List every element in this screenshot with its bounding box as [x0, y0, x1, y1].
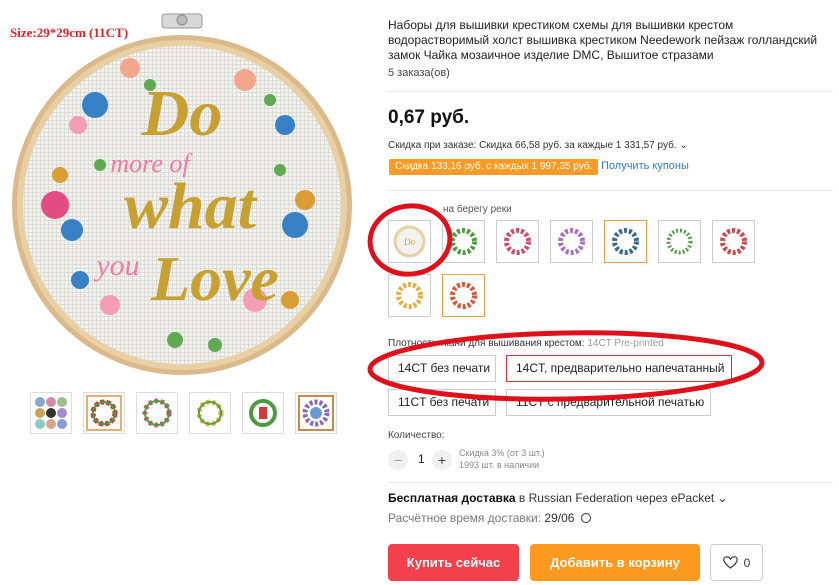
- delivery-eta: Расчётное время доставки: 29/06: [388, 511, 591, 525]
- quantity-discount-note: Скидка 3% (от 3 шт.): [459, 448, 545, 458]
- wreath-icon: [142, 398, 172, 428]
- variant-swatch[interactable]: [496, 220, 539, 263]
- svg-text:Do: Do: [403, 237, 415, 247]
- wishlist-button[interactable]: 0: [710, 544, 763, 581]
- clock-icon[interactable]: [580, 513, 591, 523]
- variant-label: на берегу реки: [443, 204, 512, 215]
- wreath-icon: [249, 399, 277, 427]
- density-selected-value: 14CT Pre-printed: [587, 338, 664, 349]
- heart-icon: [722, 556, 738, 569]
- variant-swatch[interactable]: [388, 274, 431, 317]
- hoop-icon: Do: [393, 225, 426, 258]
- thumbnail-2[interactable]: [83, 392, 125, 434]
- quantity-note: Скидка 3% (от 3 шт.) 1993 шт. в наличии: [459, 447, 545, 471]
- wishlist-count: 0: [743, 555, 751, 570]
- wreath-icon: [298, 395, 334, 431]
- eta-date: 29/06: [544, 511, 575, 525]
- wreath-icon: [720, 228, 747, 255]
- wreath-icon: [666, 228, 693, 255]
- free-shipping-label: Бесплатная доставка: [388, 491, 516, 505]
- shipping-info[interactable]: Бесплатная доставка в Russian Federation…: [388, 491, 728, 505]
- thumbnail-4[interactable]: [189, 392, 231, 434]
- variant-swatch[interactable]: [712, 220, 755, 263]
- variant-swatch[interactable]: [658, 220, 701, 263]
- thumbnail-1[interactable]: [30, 392, 72, 434]
- quantity-plus-button[interactable]: +: [432, 450, 452, 470]
- density-option-11ct-blank[interactable]: 11CT без печати: [388, 389, 496, 416]
- wreath-icon: [450, 228, 477, 255]
- orders-count: 5 заказа(ов): [388, 67, 450, 79]
- thumbnail-5[interactable]: [242, 392, 284, 434]
- add-to-cart-button[interactable]: Добавить в корзину: [530, 544, 700, 581]
- get-coupons-link[interactable]: Получить купоны: [601, 160, 689, 172]
- density-option-14ct-preprinted[interactable]: 14CT, предварительно напечатанный: [506, 355, 732, 382]
- wreath-icon: [450, 282, 477, 309]
- buy-now-button[interactable]: Купить сейчас: [388, 544, 519, 581]
- stock-count: 1993 шт. в наличии: [459, 460, 540, 470]
- variant-swatch[interactable]: Do: [388, 220, 431, 263]
- eta-label: Расчётное время доставки:: [388, 511, 542, 525]
- price: 0,67 руб.: [388, 107, 470, 128]
- variant-swatch[interactable]: [442, 274, 485, 317]
- order-discount[interactable]: Скидка при заказе: Скидка 66,58 руб. за …: [388, 140, 688, 151]
- density-option-11ct-preprinted[interactable]: 11CT с предварительной печатью: [506, 389, 711, 416]
- wreath-icon: [558, 228, 585, 255]
- image-text-what: what: [124, 170, 258, 243]
- quantity-minus-button[interactable]: −: [388, 450, 408, 470]
- wreath-icon: [504, 228, 531, 255]
- quantity-value[interactable]: 1: [418, 452, 425, 466]
- product-title: Наборы для вышивки крестиком схемы для в…: [388, 18, 818, 62]
- main-product-image[interactable]: Do more of what you Love Size:29*29cm (1…: [0, 0, 370, 380]
- image-text-love: Love: [150, 243, 279, 314]
- variant-swatch[interactable]: [604, 220, 647, 263]
- divider: [388, 91, 833, 92]
- set-grid-icon: [35, 397, 67, 429]
- thumbnail-6[interactable]: [295, 392, 337, 434]
- variant-swatch[interactable]: [550, 220, 593, 263]
- thumbnail-3[interactable]: [136, 392, 178, 434]
- density-option-14ct-blank[interactable]: 14CT без печати: [388, 355, 496, 382]
- image-text-you: you: [93, 249, 139, 282]
- embroidery-hoop-image: Do more of what you Love: [12, 13, 352, 375]
- quantity-label: Количество:: [388, 430, 445, 441]
- wreath-icon: [612, 228, 639, 255]
- density-label: Плотность ткани для вышивания крестом: 1…: [388, 338, 664, 349]
- coupon-badge[interactable]: Скидка 133,16 руб. с каждых 1 997,35 руб…: [389, 159, 599, 175]
- image-text-do: Do: [141, 77, 223, 150]
- divider: [388, 190, 833, 191]
- variant-swatch[interactable]: [442, 220, 485, 263]
- wreath-icon: [86, 395, 122, 431]
- shipping-method: в Russian Federation через ePacket ⌄: [518, 491, 728, 505]
- divider: [388, 482, 833, 483]
- density-label-text: Плотность ткани для вышивания крестом:: [388, 338, 585, 349]
- variant-swatches: Do: [388, 220, 788, 317]
- wreath-icon: [396, 282, 423, 309]
- size-label: Size:29*29cm (11CT): [10, 25, 129, 40]
- wreath-icon: [196, 399, 224, 427]
- thumbnail-strip: [30, 392, 337, 434]
